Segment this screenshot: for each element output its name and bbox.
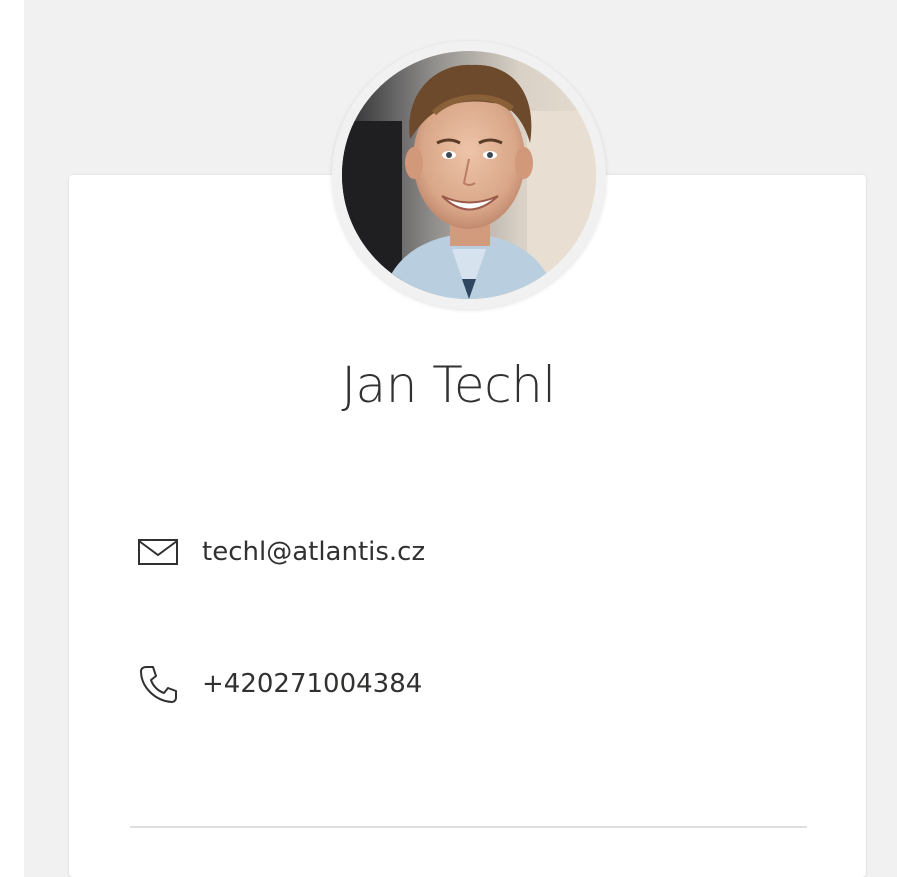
profile-photo [342,51,596,299]
phone-number[interactable]: +420271004384 [202,669,422,699]
email-link[interactable]: techl@atlantis.cz [138,532,425,572]
email-address[interactable]: techl@atlantis.cz [202,537,425,567]
profile-avatar [332,41,606,309]
phone-link[interactable]: +420271004384 [138,664,422,704]
profile-name: Jan Techl [341,356,556,414]
section-divider [130,826,807,828]
mail-icon [138,532,184,572]
phone-icon [138,664,184,704]
